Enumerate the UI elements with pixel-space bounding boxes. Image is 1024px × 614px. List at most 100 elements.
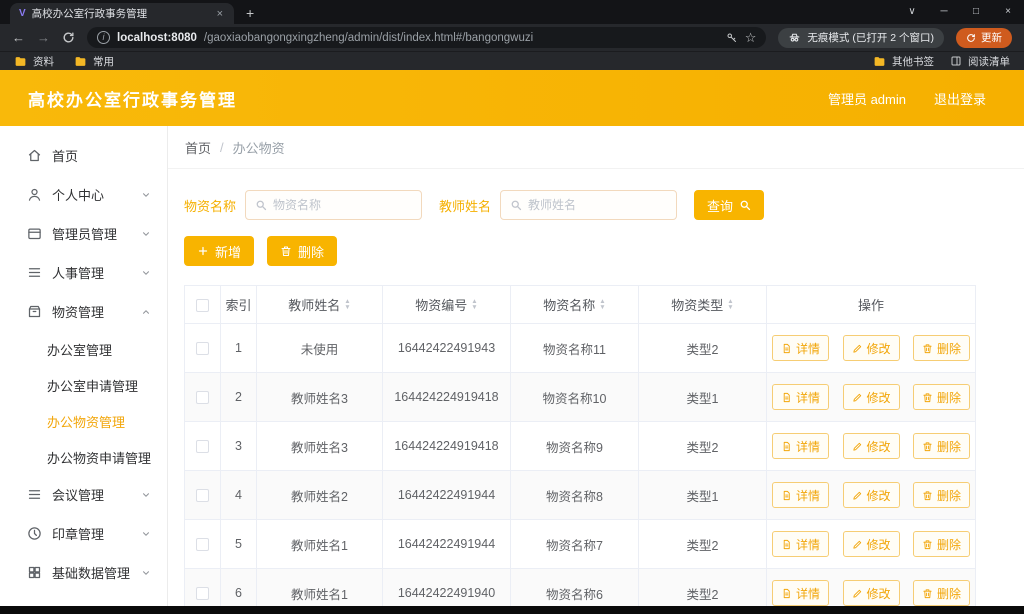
- detail-button[interactable]: 详情: [772, 335, 830, 361]
- browser-tab-bar: V 高校办公室行政事务管理 × + ∨ ─ □ ×: [0, 0, 1024, 24]
- sort-icon[interactable]: ▲ ▼: [471, 299, 477, 310]
- other-bookmarks-label: 其他书签: [892, 55, 934, 68]
- browser-toolbar: ← → i localhost:8080 /gaoxiaobangongxing…: [0, 24, 1024, 51]
- cell-name: 物资名称6: [510, 568, 639, 606]
- other-bookmarks-button[interactable]: 其他书签: [873, 54, 934, 69]
- name-search-field: [245, 190, 423, 220]
- row-checkbox[interactable]: [196, 440, 209, 454]
- breadcrumb-home[interactable]: 首页: [185, 138, 211, 157]
- sidebar-subitem-office-supplies-mgmt[interactable]: 办公物资管理: [0, 403, 167, 439]
- cell-type: 类型2: [638, 568, 767, 606]
- edit-button[interactable]: 修改: [842, 384, 900, 410]
- cell-index: 2: [220, 372, 257, 422]
- edit-button[interactable]: 修改: [842, 482, 900, 508]
- sort-icon[interactable]: ▲ ▼: [599, 299, 605, 310]
- list-icon: [27, 265, 42, 280]
- detail-button[interactable]: 详情: [772, 580, 830, 606]
- sidebar-item-hr-mgmt[interactable]: 人事管理: [0, 253, 167, 292]
- tab-close-icon[interactable]: ×: [215, 8, 225, 20]
- add-button[interactable]: 新增: [184, 236, 255, 266]
- bookmark-star-icon[interactable]: ☆: [745, 30, 757, 46]
- sidebar-subitem-label: 办公物资申请管理: [47, 450, 152, 466]
- edit-button[interactable]: 修改: [842, 531, 900, 557]
- cell-teacher: 未使用: [256, 323, 383, 373]
- cell-name: 物资名称9: [510, 421, 639, 471]
- logout-link[interactable]: 退出登录: [934, 89, 986, 108]
- reading-list-label: 阅读清单: [968, 55, 1010, 68]
- sidebar-subitem-office-mgmt[interactable]: 办公室管理: [0, 331, 167, 367]
- detail-button[interactable]: 详情: [772, 433, 830, 459]
- breadcrumb-current: 办公物资: [232, 140, 285, 156]
- reading-list-button[interactable]: 阅读清单: [950, 54, 1010, 69]
- sort-icon[interactable]: ▲ ▼: [344, 299, 350, 310]
- window-close-button[interactable]: ×: [992, 0, 1024, 23]
- card-icon: [27, 226, 42, 241]
- maximize-button[interactable]: □: [960, 0, 992, 23]
- password-key-icon[interactable]: [726, 32, 738, 44]
- plus-icon: [197, 245, 209, 257]
- row-delete-button[interactable]: 删除: [913, 335, 971, 361]
- trash-icon: [922, 343, 933, 354]
- new-tab-button[interactable]: +: [246, 5, 254, 21]
- sort-icon[interactable]: ▲ ▼: [727, 299, 733, 310]
- row-delete-button[interactable]: 删除: [913, 433, 971, 459]
- sidebar-item-supplies-mgmt[interactable]: 物资管理: [0, 292, 167, 331]
- sidebar: 首页 个人中心 管理员管理 人事管理 物资管理 办公室管理 办公室申请管理 办公…: [0, 126, 168, 606]
- document-icon: [781, 490, 792, 501]
- breadcrumb-separator: /: [220, 139, 224, 155]
- row-checkbox[interactable]: [196, 391, 209, 405]
- detail-label: 详情: [796, 390, 821, 405]
- search-icon: [739, 199, 751, 211]
- refresh-icon[interactable]: [62, 31, 75, 44]
- column-header-name: 物资名称 ▲ ▼: [510, 285, 639, 324]
- row-checkbox[interactable]: [196, 342, 209, 356]
- teacher-search-input[interactable]: [528, 198, 668, 212]
- sidebar-subitem-office-supplies-apply-mgmt[interactable]: 办公物资申请管理: [0, 439, 167, 475]
- sidebar-subitem-office-apply-mgmt[interactable]: 办公室申请管理: [0, 367, 167, 403]
- update-button[interactable]: 更新: [956, 27, 1012, 48]
- sidebar-item-base-data-mgmt[interactable]: 基础数据管理: [0, 553, 167, 592]
- edit-label: 修改: [866, 439, 891, 454]
- sidebar-item-seal-mgmt[interactable]: 印章管理: [0, 514, 167, 553]
- browser-tab[interactable]: V 高校办公室行政事务管理 ×: [10, 3, 234, 24]
- minimize-button[interactable]: ─: [928, 0, 960, 23]
- search-icon: [510, 199, 522, 211]
- name-search-input[interactable]: [273, 198, 413, 212]
- row-delete-button[interactable]: 删除: [913, 531, 971, 557]
- bookmark-folder-ziliao[interactable]: 资料: [14, 54, 54, 69]
- chevron-up-icon: [141, 307, 151, 317]
- detail-button[interactable]: 详情: [772, 384, 830, 410]
- row-checkbox[interactable]: [196, 489, 209, 503]
- sidebar-item-personal-center[interactable]: 个人中心: [0, 175, 167, 214]
- edit-button[interactable]: 修改: [842, 580, 900, 606]
- cell-type: 类型2: [638, 421, 767, 471]
- delete-label: 删除: [937, 537, 962, 552]
- row-delete-button[interactable]: 删除: [913, 384, 971, 410]
- search-button-label: 查询: [707, 198, 734, 214]
- detail-button[interactable]: 详情: [772, 531, 830, 557]
- back-icon[interactable]: ←: [12, 30, 25, 45]
- search-button[interactable]: 查询: [694, 190, 765, 220]
- page-content: 物资名称 教师姓名 查询: [168, 169, 1024, 606]
- screen: V 高校办公室行政事务管理 × + ∨ ─ □ × ← → i localhos…: [0, 0, 1024, 614]
- info-icon[interactable]: i: [97, 31, 110, 44]
- row-delete-button[interactable]: 删除: [913, 482, 971, 508]
- select-all-checkbox[interactable]: [196, 299, 209, 313]
- sidebar-item-meeting-mgmt[interactable]: 会议管理: [0, 475, 167, 514]
- bulk-delete-button[interactable]: 删除: [267, 236, 338, 266]
- forward-icon[interactable]: →: [37, 30, 50, 45]
- edit-label: 修改: [866, 390, 891, 405]
- table-row: 2 教师姓名3 164424224919418 物资名称10 类型1 详情 修改…: [184, 372, 976, 422]
- grid-icon: [27, 565, 42, 580]
- sidebar-item-home[interactable]: 首页: [0, 136, 167, 175]
- detail-button[interactable]: 详情: [772, 482, 830, 508]
- row-delete-button[interactable]: 删除: [913, 580, 971, 606]
- bookmark-folder-changyong[interactable]: 常用: [74, 54, 114, 69]
- row-checkbox[interactable]: [196, 587, 209, 601]
- edit-button[interactable]: 修改: [842, 433, 900, 459]
- address-bar[interactable]: i localhost:8080 /gaoxiaobangongxingzhen…: [87, 27, 767, 48]
- row-checkbox[interactable]: [196, 538, 209, 552]
- edit-button[interactable]: 修改: [842, 335, 900, 361]
- tab-search-icon[interactable]: ∨: [896, 0, 928, 23]
- sidebar-item-admin-mgmt[interactable]: 管理员管理: [0, 214, 167, 253]
